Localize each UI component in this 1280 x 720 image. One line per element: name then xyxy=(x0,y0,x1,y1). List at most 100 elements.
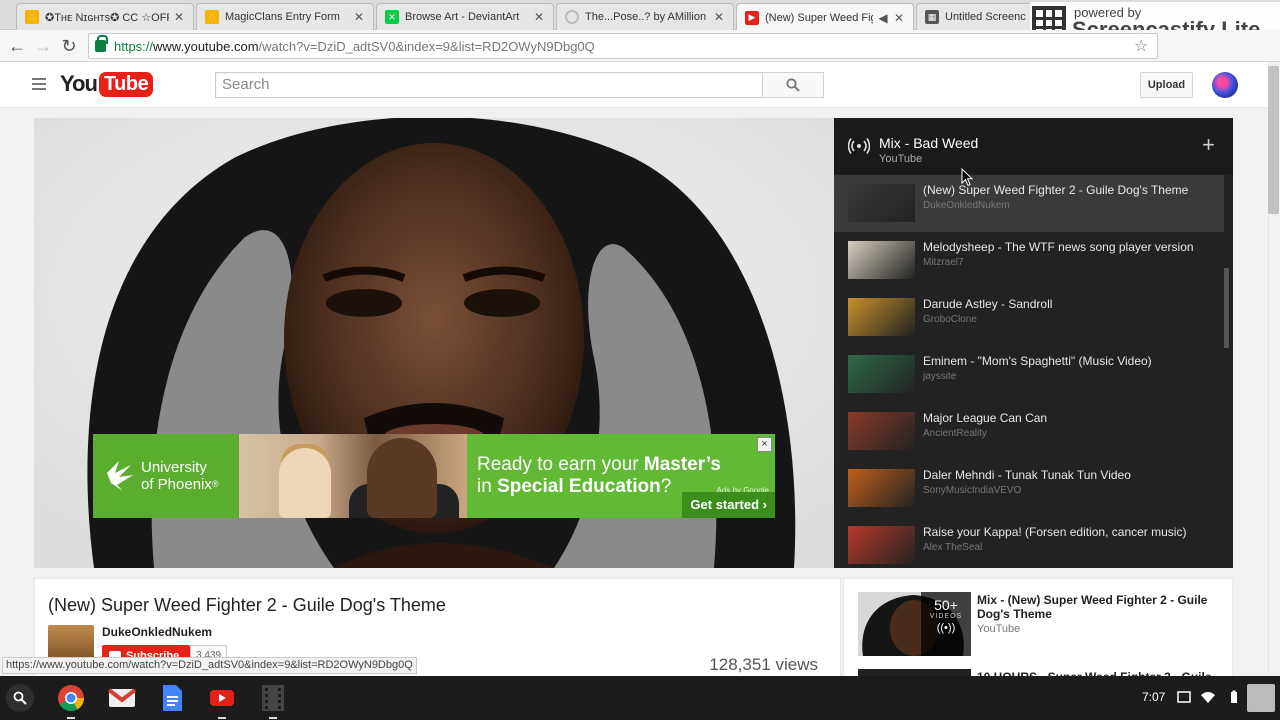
playlist-item-channel: Mitzrael7 xyxy=(923,257,964,268)
playlist-item[interactable]: Melodysheep - The WTF news song player v… xyxy=(834,232,1224,289)
ad-copy-line-2-end: ? xyxy=(660,476,672,497)
ad-cta-button[interactable]: Get started › xyxy=(682,492,775,518)
playlist-item[interactable]: Eminem - "Mom's Spaghetti" (Music Video)… xyxy=(834,346,1224,403)
logo-tube-text: Tube xyxy=(98,71,154,97)
search-input[interactable]: Search xyxy=(215,72,763,98)
screencast-icon: ▦ xyxy=(925,10,939,24)
bulb-icon: ◌ xyxy=(25,10,39,24)
playlist-item-current[interactable]: (New) Super Weed Fighter 2 - Guile Dog's… xyxy=(834,175,1224,232)
browser-tab[interactable]: ◌ ✪Tʜᴇ Nɪɢʜᴛs✪ CC ☆OFF ✕ xyxy=(16,3,194,30)
playlist-panel: Mix - Bad Weed YouTube + (New) Super Wee… xyxy=(834,118,1233,568)
related-owner: YouTube xyxy=(977,623,1021,635)
add-playlist-button[interactable]: + xyxy=(1202,132,1215,158)
playlist-item-title[interactable]: Major League Can Can xyxy=(923,411,1047,425)
playlist-item-thumbnail[interactable] xyxy=(848,526,915,564)
link-status-bar: https://www.youtube.com/watch?v=DziD_adt… xyxy=(2,657,417,674)
playlist-owner[interactable]: YouTube xyxy=(879,153,922,165)
page-scrollbar-thumb[interactable] xyxy=(1268,66,1279,214)
playlist-item-title[interactable]: Daler Mehndi - Tunak Tunak Tun Video xyxy=(923,468,1131,482)
browser-toolbar: ← → ↻ https://www.youtube.com/watch?v=Dz… xyxy=(0,30,1280,62)
playlist-item[interactable]: Darude Astley - Sandroll GroboClone xyxy=(834,289,1224,346)
avatar[interactable] xyxy=(1212,72,1238,98)
playlist-item[interactable]: Major League Can Can AncientReality xyxy=(834,403,1224,460)
browser-tab[interactable]: The...Pose..? by AMillion ✕ xyxy=(556,3,734,30)
tab-title: The...Pose..? by AMillion xyxy=(585,11,707,23)
close-icon[interactable]: ✕ xyxy=(353,10,365,24)
mix-radio-icon: ((•)) xyxy=(936,622,956,634)
close-icon[interactable]: ✕ xyxy=(893,11,905,25)
search-button[interactable] xyxy=(762,72,824,98)
url-scheme: https:// xyxy=(114,38,154,54)
upload-button[interactable]: Upload xyxy=(1140,72,1193,98)
browser-tab[interactable]: ◌ MagicClans Entry Form ✕ xyxy=(196,3,374,30)
playlist-item-channel: GroboClone xyxy=(923,314,977,325)
ad-copy-line-1: Ready to earn your xyxy=(477,454,644,475)
launcher-search-icon[interactable] xyxy=(6,684,34,712)
playlist-item-title[interactable]: Raise your Kappa! (Forsen edition, cance… xyxy=(923,525,1186,539)
related-mix-card[interactable]: 50+ VIDEOS ((•)) Mix - (New) Super Weed … xyxy=(843,578,1233,678)
youtube-masthead: You Tube Search Upload xyxy=(0,62,1268,108)
docs-icon[interactable] xyxy=(156,682,188,714)
playlist-item-thumbnail[interactable] xyxy=(848,241,915,279)
back-arrow-icon[interactable]: ← xyxy=(6,35,28,57)
playlist-item-title[interactable]: Darude Astley - Sandroll xyxy=(923,297,1052,311)
loading-icon xyxy=(565,10,579,24)
mix-count-overlay: 50+ VIDEOS ((•)) xyxy=(921,592,971,656)
close-icon[interactable]: ✕ xyxy=(173,10,185,24)
ad-photo xyxy=(239,434,467,518)
youtube-logo[interactable]: You Tube xyxy=(60,71,154,97)
youtube-icon: ▶ xyxy=(745,10,759,25)
user-avatar[interactable] xyxy=(1247,684,1275,712)
video-title: (New) Super Weed Fighter 2 - Guile Dog's… xyxy=(48,595,446,615)
playlist-item-thumbnail[interactable] xyxy=(848,355,915,393)
related-thumbnail[interactable]: 50+ VIDEOS ((•)) xyxy=(858,592,971,656)
playlist-item-thumbnail[interactable] xyxy=(848,184,915,222)
playlist-item-title[interactable]: Melodysheep - The WTF news song player v… xyxy=(923,240,1194,254)
playlist-item-thumbnail[interactable] xyxy=(848,469,915,507)
close-icon[interactable]: ✕ xyxy=(713,10,725,24)
clock[interactable]: 7:07 xyxy=(1142,690,1165,704)
ad-copy-line-1-bold: Master’s xyxy=(643,454,721,475)
browser-tab[interactable]: ✕ Browse Art - DeviantArt ✕ xyxy=(376,3,554,30)
video-player[interactable]: University of Phoenix® Ready to earn you… xyxy=(34,118,834,568)
playlist-item[interactable]: Raise your Kappa! (Forsen edition, cance… xyxy=(834,517,1224,568)
lock-icon xyxy=(95,35,108,52)
os-taskbar: 7:07 xyxy=(0,676,1280,720)
playlist-title[interactable]: Mix - Bad Weed xyxy=(879,135,978,151)
phoenix-logo-icon xyxy=(107,461,133,491)
bookmark-star-icon[interactable]: ☆ xyxy=(1134,36,1148,56)
bulb-icon: ◌ xyxy=(205,10,219,24)
forward-arrow-icon[interactable]: → xyxy=(32,35,54,57)
channel-name[interactable]: DukeOnkledNukem xyxy=(102,625,212,639)
related-title[interactable]: Mix - (New) Super Weed Fighter 2 - Guile… xyxy=(977,593,1217,621)
film-strip-icon[interactable] xyxy=(257,682,289,719)
address-bar[interactable]: https://www.youtube.com/watch?v=DziD_adt… xyxy=(88,33,1158,59)
gmail-icon[interactable] xyxy=(106,682,138,714)
url-host: www.youtube.com xyxy=(153,38,259,54)
playlist-item-title[interactable]: Eminem - "Mom's Spaghetti" (Music Video) xyxy=(923,354,1152,368)
playlist-item[interactable]: Daler Mehndi - Tunak Tunak Tun Video Sony… xyxy=(834,460,1224,517)
reload-icon[interactable]: ↻ xyxy=(58,35,80,57)
youtube-app-icon[interactable] xyxy=(206,682,238,719)
ad-copy: Ready to earn your Master’s in Special E… xyxy=(467,434,775,518)
playlist-item-channel: AncientReality xyxy=(923,428,987,439)
tab-title: Browse Art - DeviantArt xyxy=(405,11,520,23)
tab-title: (New) Super Weed Fig xyxy=(765,11,873,24)
wifi-icon[interactable] xyxy=(1201,690,1215,704)
chrome-icon[interactable] xyxy=(55,682,87,719)
playlist-item-thumbnail[interactable] xyxy=(848,412,915,450)
battery-icon[interactable] xyxy=(1227,690,1241,704)
logo-you-text: You xyxy=(60,71,98,96)
playlist-item-channel: DukeOnkledNukem xyxy=(923,200,1010,211)
browser-tab[interactable]: ▦ Untitled Screenc xyxy=(916,3,1036,30)
playlist-header: Mix - Bad Weed YouTube + xyxy=(834,118,1233,174)
playlist-item-thumbnail[interactable] xyxy=(848,298,915,336)
playlist-scrollbar[interactable] xyxy=(1224,268,1229,348)
screen-icon[interactable] xyxy=(1177,690,1191,704)
browser-tab-active[interactable]: ▶ (New) Super Weed Fig ◀ ✕ xyxy=(736,3,914,31)
view-count: 128,351 views xyxy=(709,655,818,674)
close-icon[interactable]: ✕ xyxy=(533,10,545,24)
ad-close-button[interactable]: × xyxy=(757,437,772,452)
menu-icon[interactable] xyxy=(32,78,46,90)
overlay-ad[interactable]: University of Phoenix® Ready to earn you… xyxy=(93,434,775,518)
